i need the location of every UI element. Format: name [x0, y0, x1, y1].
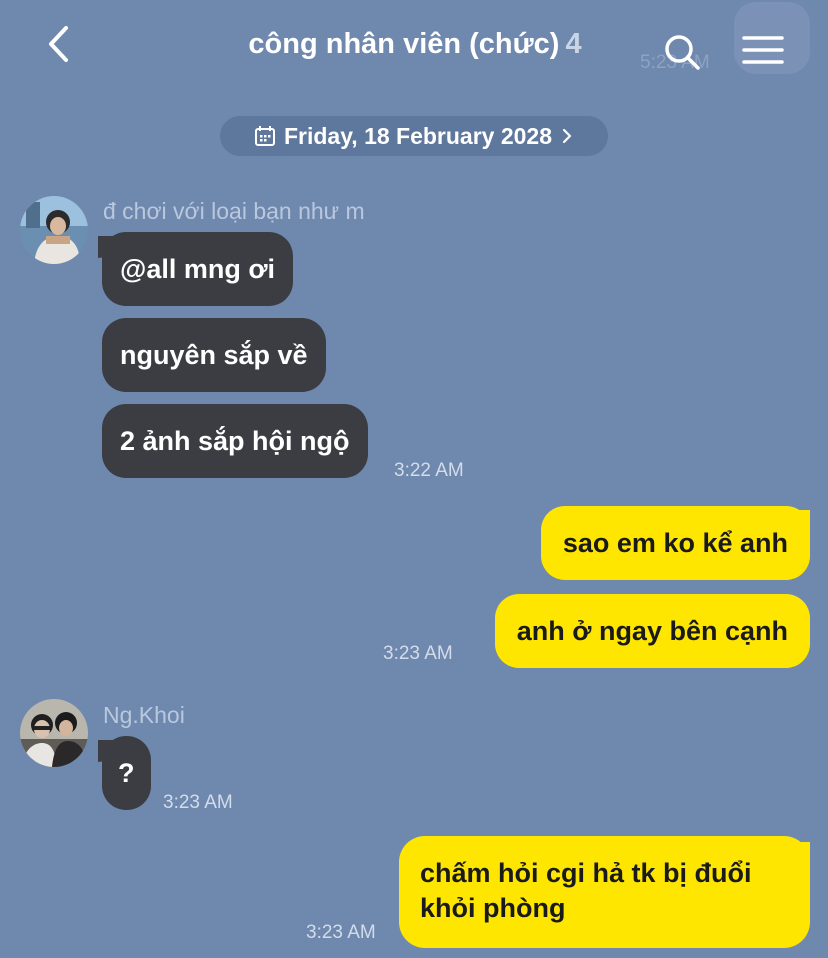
message-bubble[interactable]: chấm hỏi cgi hả tk bị đuổi khỏi phòng: [399, 836, 810, 948]
message-bubble[interactable]: 2 ảnh sắp hội ngộ: [102, 404, 368, 478]
message-bubble[interactable]: sao em ko kể anh: [540, 506, 810, 580]
sender-avatar[interactable]: [20, 196, 88, 264]
message-bubble[interactable]: ?: [102, 736, 151, 810]
sender-name: Ng.Khoi: [103, 702, 185, 728]
message-time: 3:23 AM: [163, 792, 233, 813]
message-bubble[interactable]: anh ở ngay bên cạnh: [494, 594, 810, 668]
message-line: khỏi phòng: [420, 893, 566, 923]
message-line: chấm hỏi cgi hả tk bị đuổi: [420, 858, 752, 888]
chat-title-text: công nhân viên (chức): [248, 28, 560, 60]
member-count: 4: [565, 28, 582, 60]
chevron-right-icon: [562, 128, 572, 144]
sender-avatar[interactable]: [20, 699, 88, 767]
chat-title: công nhân viên (chức) 4: [180, 24, 650, 64]
message-bubble[interactable]: nguyên sắp về: [102, 318, 326, 392]
menu-icon[interactable]: [740, 30, 786, 70]
back-arrow-icon[interactable]: [38, 22, 82, 66]
chat-header: công nhân viên (chức) 4 5:23 AM: [0, 0, 828, 100]
message-time: 3:22 AM: [394, 460, 464, 481]
calendar-icon: [254, 126, 275, 146]
message-time: 3:23 AM: [383, 643, 453, 664]
date-divider[interactable]: Friday, 18 February 2028: [220, 116, 608, 156]
message-time: 3:23 AM: [306, 922, 376, 943]
search-icon[interactable]: [660, 30, 704, 74]
date-label: Friday, 18 February 2028: [283, 122, 553, 149]
message-bubble[interactable]: @all mng ơi: [102, 232, 294, 306]
sender-name: đ chơi với loại bạn như m: [103, 198, 365, 224]
